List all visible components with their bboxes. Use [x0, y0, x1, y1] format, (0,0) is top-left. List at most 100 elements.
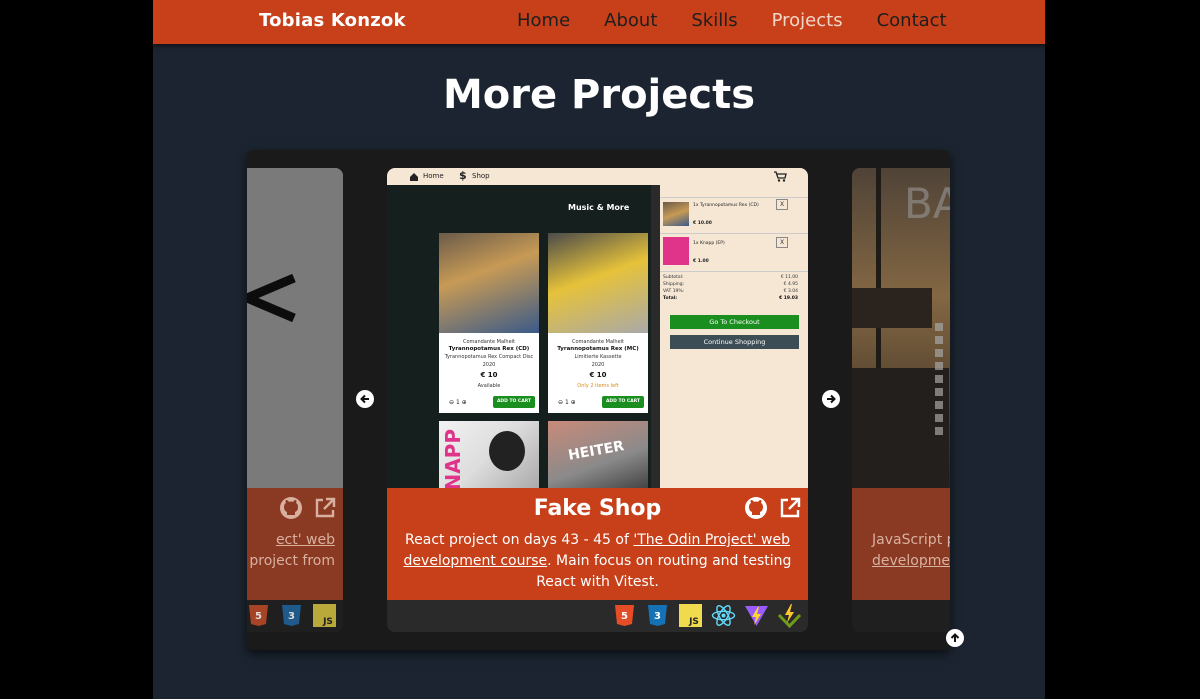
- checkout-button: Go To Checkout: [670, 315, 799, 329]
- cart-item-price: € 1.00: [693, 259, 709, 264]
- project-course-link[interactable]: ect' web: [276, 532, 335, 548]
- brand-logo[interactable]: Tobias Konzok: [259, 10, 406, 31]
- product-card: KNAPP: [439, 421, 539, 488]
- html5-icon: 5: [247, 603, 271, 628]
- cart-item-image: [663, 237, 689, 265]
- javascript-icon: JS: [678, 603, 703, 628]
- previous-project-button[interactable]: [356, 390, 374, 408]
- project-carousel: ect' web project from 5 3 JS Home $ Shop…: [247, 150, 950, 650]
- arrow-left-icon: [360, 394, 369, 404]
- project-links: [744, 496, 802, 520]
- continue-shopping-button: Continue Shopping: [670, 335, 799, 349]
- project-info: ect' web project from: [247, 488, 343, 600]
- project-card-next[interactable]: BA JavaScript p development: [852, 168, 950, 632]
- tech-icons: 5 3 JS: [612, 603, 802, 629]
- github-icon[interactable]: [744, 496, 768, 520]
- cart-summary: Subtotal: € 11.00 Shipping: € 4.95 VAT 19%…: [663, 275, 798, 301]
- vitest-icon: [777, 603, 802, 629]
- album-cover-text: KNAPP: [441, 429, 465, 488]
- home-icon: [410, 173, 418, 181]
- arrow-graphic: [247, 168, 343, 488]
- product-format: Limitierte Kassette: [574, 354, 622, 360]
- github-icon[interactable]: [279, 496, 303, 520]
- html5-icon: 5: [612, 603, 637, 628]
- product-name: Tyrannopotamus Rex (MC): [557, 346, 639, 352]
- cart-item-label: 1x Knapp (EP): [693, 241, 725, 246]
- next-project-button[interactable]: [822, 390, 840, 408]
- screenshot-overlay-text: BA: [904, 179, 950, 228]
- product-status: Available: [477, 383, 501, 389]
- product-card: Comandante Malheit Tyrannopotamus Rex (M…: [548, 233, 648, 413]
- svg-text:3: 3: [288, 611, 295, 622]
- nav-link-contact[interactable]: Contact: [877, 10, 947, 31]
- svg-text:3: 3: [654, 611, 661, 622]
- svg-text:JS: JS: [322, 617, 333, 627]
- project-screenshot: BA: [852, 168, 950, 488]
- page: Tobias Konzok Home About Skills Projects…: [153, 0, 1045, 699]
- shop-divider: [651, 185, 660, 488]
- shop-nav-shop: Shop: [472, 172, 490, 180]
- cart-item-label: 1x Tyrannopotamus Rex (CD): [693, 203, 759, 208]
- tech-stack: [852, 600, 950, 632]
- arrow-right-icon: [827, 394, 836, 404]
- remove-item-button: X: [776, 199, 788, 210]
- tech-stack: 5 3 JS: [247, 600, 343, 632]
- product-year: 2020: [591, 362, 605, 368]
- cart-item-price: € 10.00: [693, 221, 712, 226]
- add-to-cart-button: ADD TO CART: [602, 396, 644, 408]
- svg-text:5: 5: [621, 611, 628, 622]
- navbar: Tobias Konzok Home About Skills Projects…: [153, 0, 1045, 44]
- product-year: 2020: [482, 362, 496, 368]
- nav-link-home[interactable]: Home: [517, 10, 570, 31]
- product-card: Comandante Malheit Tyrannopotamus Rex (C…: [439, 233, 539, 413]
- project-card-previous[interactable]: ect' web project from 5 3 JS: [247, 168, 343, 632]
- project-card-current[interactable]: Home $ Shop Music & More Comandante Malh…: [387, 168, 808, 632]
- nav-link-projects[interactable]: Projects: [772, 10, 843, 31]
- project-info: Fake Shop React project on days 43 - 45 …: [387, 488, 808, 600]
- product-image: [548, 233, 648, 333]
- svg-text:5: 5: [255, 611, 262, 622]
- product-image: [439, 233, 539, 333]
- product-price: € 10: [480, 371, 498, 379]
- tech-icons: 5 3 JS: [247, 603, 337, 628]
- project-description: JavaScript p development: [872, 530, 950, 572]
- project-description: React project on days 43 - 45 of 'The Od…: [403, 532, 792, 590]
- project-description: ect' web project from: [249, 532, 335, 569]
- product-artist: Comandante Malheit: [571, 339, 625, 345]
- add-to-cart-button: ADD TO CART: [493, 396, 535, 408]
- nav-link-skills[interactable]: Skills: [691, 10, 737, 31]
- nav-links: Home About Skills Projects Contact: [517, 10, 981, 31]
- scroll-to-top-button[interactable]: [946, 629, 964, 647]
- shop-nav-home: Home: [423, 172, 444, 180]
- javascript-icon: JS: [312, 603, 337, 628]
- shop-navbar: Home $ Shop: [387, 168, 808, 185]
- quantity-stepper: ⊖ 1 ⊕: [558, 399, 576, 406]
- section-heading: More Projects: [442, 72, 756, 118]
- album-cover-face: [489, 431, 525, 471]
- external-link-icon[interactable]: [313, 496, 337, 520]
- external-link-icon[interactable]: [778, 496, 802, 520]
- product-name: Tyrannopotamus Rex (CD): [448, 346, 530, 352]
- shop-section-title: Music & More: [568, 203, 630, 212]
- product-format: Tyrannopotamus Rex Compact Disc: [444, 354, 534, 360]
- product-price: € 10: [589, 371, 607, 379]
- product-artist: Comandante Malheit: [462, 339, 516, 345]
- project-screenshot: Home $ Shop Music & More Comandante Malh…: [387, 168, 808, 488]
- svg-text:JS: JS: [688, 617, 699, 627]
- css3-icon: 3: [279, 603, 304, 628]
- cart-icon: [774, 171, 787, 182]
- project-course-link[interactable]: development: [872, 553, 950, 569]
- quantity-stepper: ⊖ 1 ⊕: [449, 399, 467, 406]
- product-status: Only 2 items left: [577, 383, 619, 389]
- tech-stack: 5 3 JS: [387, 600, 808, 632]
- react-icon: [711, 603, 736, 628]
- vite-icon: [744, 603, 769, 628]
- project-links: [279, 496, 337, 520]
- crane-photo: BA: [852, 168, 950, 488]
- shop-cart-panel: 1x Tyrannopotamus Rex (CD) € 10.00 X 1x …: [660, 185, 808, 488]
- project-info: JavaScript p development: [852, 488, 950, 600]
- dollar-icon: $: [459, 169, 467, 182]
- remove-item-button: X: [776, 237, 788, 248]
- nav-link-about[interactable]: About: [604, 10, 657, 31]
- css3-icon: 3: [645, 603, 670, 628]
